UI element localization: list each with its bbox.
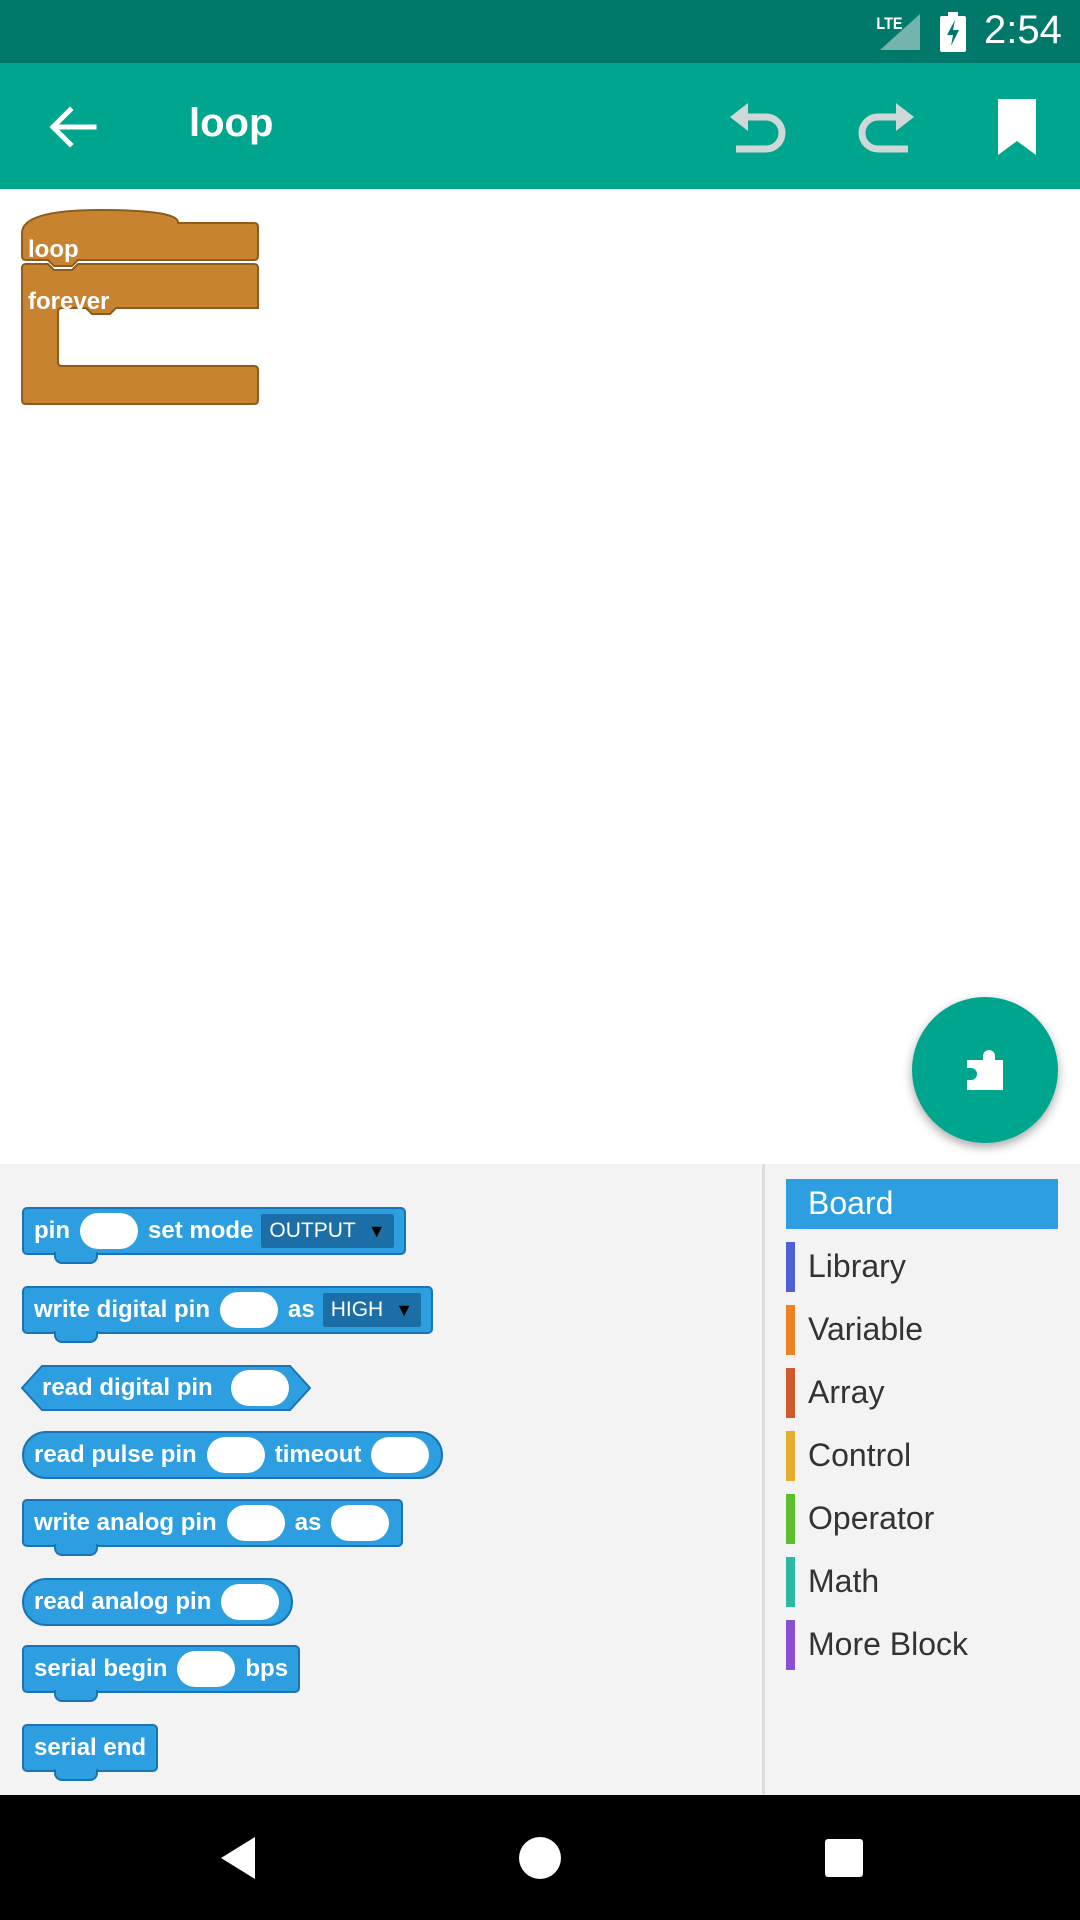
add-block-fab[interactable] <box>912 997 1058 1143</box>
forever-block-label: forever <box>28 288 110 315</box>
block-text: as <box>294 1509 322 1536</box>
block-text: set mode <box>148 1217 254 1244</box>
category-label: Variable <box>808 1311 924 1347</box>
block-text: timeout <box>274 1441 362 1468</box>
undo-icon[interactable] <box>728 99 788 155</box>
category-control[interactable]: Control <box>786 1431 1058 1481</box>
dropdown-value: OUTPUT <box>269 1219 356 1242</box>
block-text: read analog pin <box>34 1588 212 1615</box>
category-label: Control <box>808 1437 912 1473</box>
network-type: LTE <box>876 14 903 33</box>
battery-charging-icon <box>940 12 966 52</box>
pin-input-slot[interactable] <box>221 1584 280 1620</box>
category-list: Board Library Variable Array Control Ope… <box>765 1164 1080 1795</box>
block-text: write analog pin <box>34 1509 217 1536</box>
back-arrow-icon[interactable] <box>44 100 98 154</box>
level-dropdown[interactable]: HIGH ▼ <box>322 1293 422 1327</box>
mode-dropdown[interactable]: OUTPUT ▼ <box>261 1214 394 1248</box>
timeout-input-slot[interactable] <box>371 1437 430 1473</box>
workspace-canvas[interactable]: loop forever <box>0 189 1080 1164</box>
dropdown-arrow-icon: ▼ <box>395 1299 414 1320</box>
redo-icon[interactable] <box>856 99 916 155</box>
notch-cover <box>56 1251 96 1255</box>
dropdown-value: HIGH <box>330 1298 384 1321</box>
app-bar: loop <box>0 63 1080 189</box>
notch-cover <box>56 1768 96 1772</box>
home-circle-icon[interactable] <box>515 1833 565 1883</box>
write-analog-pin-block[interactable]: write analog pin as <box>22 1499 404 1556</box>
block-text: as <box>288 1296 315 1323</box>
system-nav-bar <box>0 1795 1080 1920</box>
pin-input-slot[interactable] <box>206 1437 265 1473</box>
status-bar: LTE 2:54 <box>0 0 1080 63</box>
category-operator[interactable]: Operator <box>786 1494 1058 1544</box>
recents-square-icon[interactable] <box>819 1833 869 1883</box>
dropdown-arrow-icon: ▼ <box>367 1220 386 1241</box>
block-palette[interactable]: pin set mode OUTPUT ▼ write digital pin a… <box>0 1164 762 1795</box>
block-text: serial begin <box>34 1655 168 1682</box>
pin-set-mode-block[interactable]: pin set mode OUTPUT ▼ <box>22 1207 406 1264</box>
category-label: More Block <box>808 1626 969 1662</box>
puzzle-piece-icon <box>967 1050 1003 1090</box>
bookmark-icon[interactable] <box>992 97 1042 157</box>
category-label: Math <box>808 1563 880 1599</box>
category-label: Operator <box>808 1500 935 1536</box>
category-color-bar <box>786 1368 795 1418</box>
category-color-bar <box>786 1494 795 1544</box>
category-color-bar <box>786 1620 795 1670</box>
category-math[interactable]: Math <box>786 1557 1058 1607</box>
category-board[interactable]: Board <box>786 1179 1058 1229</box>
notch-cover <box>56 1543 96 1547</box>
category-color-bar <box>786 1557 795 1607</box>
baud-input-slot[interactable] <box>177 1651 236 1687</box>
category-color-bar <box>786 1242 795 1292</box>
block-text: pin <box>34 1217 70 1244</box>
category-array[interactable]: Array <box>786 1368 1058 1418</box>
pin-input-slot[interactable] <box>226 1505 285 1541</box>
pin-input-slot[interactable] <box>231 1370 289 1406</box>
category-color-bar <box>786 1431 795 1481</box>
category-color-bar <box>786 1179 795 1229</box>
read-analog-pin-block[interactable]: read analog pin <box>22 1578 294 1626</box>
category-label: Library <box>808 1248 906 1284</box>
write-digital-pin-block[interactable]: write digital pin as HIGH ▼ <box>22 1286 434 1343</box>
value-input-slot[interactable] <box>331 1505 390 1541</box>
pin-input-slot[interactable] <box>80 1213 138 1249</box>
read-pulse-pin-block[interactable]: read pulse pin timeout <box>22 1431 444 1479</box>
block-text: read digital pin <box>42 1374 213 1401</box>
block-text: read pulse pin <box>34 1441 197 1468</box>
category-color-bar <box>786 1305 795 1355</box>
block-text: bps <box>245 1655 289 1682</box>
notch-cover <box>56 1689 96 1693</box>
category-more-block[interactable]: More Block <box>786 1620 1058 1670</box>
page-title: loop <box>189 101 274 145</box>
block-text: serial end <box>34 1734 147 1761</box>
notch-cover <box>56 1330 96 1334</box>
read-digital-pin-block[interactable]: read digital pin <box>20 1364 312 1412</box>
block-text: write digital pin <box>34 1296 211 1323</box>
back-triangle-icon[interactable] <box>215 1833 265 1883</box>
category-label: Array <box>808 1374 885 1410</box>
loop-block-label: loop <box>28 236 79 263</box>
status-time: 2:54 <box>984 8 1062 52</box>
serial-begin-block[interactable]: serial begin bps <box>22 1645 301 1702</box>
category-library[interactable]: Library <box>786 1242 1058 1292</box>
pin-input-slot[interactable] <box>220 1292 279 1328</box>
serial-end-block[interactable]: serial end <box>22 1724 159 1781</box>
category-variable[interactable]: Variable <box>786 1305 1058 1355</box>
category-label: Board <box>808 1185 894 1221</box>
